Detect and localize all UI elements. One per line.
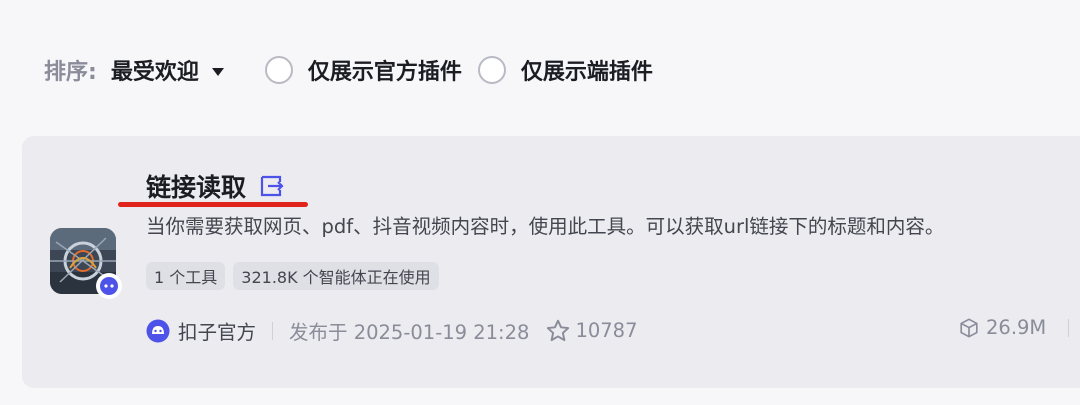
official-only-label: 仅展示官方插件 xyxy=(307,60,462,85)
tool-count-tag: 1 个工具 xyxy=(146,262,226,290)
star-icon[interactable] xyxy=(545,318,571,344)
open-link-icon[interactable] xyxy=(260,174,286,198)
official-only-radio[interactable]: 仅展示官方插件 xyxy=(264,54,462,86)
plugin-tags: 1 个工具 321.8K 个智能体正在使用 xyxy=(146,262,447,290)
cube-icon xyxy=(958,317,980,339)
sort-value: 最受欢迎 xyxy=(110,60,199,85)
sort-label: 排序: xyxy=(44,60,97,85)
client-only-radio[interactable]: 仅展示端插件 xyxy=(477,54,653,86)
plugin-meta: 扣子官方 发布于 2025-01-19 21:28 10787 xyxy=(146,316,637,345)
star-count: 10787 xyxy=(575,319,638,342)
sort-dropdown[interactable]: 最受欢迎 xyxy=(111,54,225,86)
plugin-title[interactable]: 链接读取 xyxy=(146,168,246,204)
radio-circle xyxy=(477,56,506,84)
usage-count: 26.9M xyxy=(986,316,1047,339)
coze-badge-icon xyxy=(96,273,122,299)
plugin-title-row: 链接读取 xyxy=(146,168,286,204)
caret-down-icon xyxy=(211,58,225,83)
filter-bar: 排序: 最受欢迎 仅展示官方插件 仅展示端插件 xyxy=(44,48,653,92)
usage-stat: 26.9M xyxy=(958,316,1070,339)
coze-official-icon xyxy=(146,319,170,343)
client-only-label: 仅展示端插件 xyxy=(520,60,653,85)
radio-circle xyxy=(264,56,293,84)
author-name[interactable]: 扣子官方 xyxy=(178,316,256,345)
plugin-store-page: 排序: 最受欢迎 仅展示官方插件 仅展示端插件 链接读取 当你需要获取网页、pd… xyxy=(0,0,1080,405)
divider xyxy=(1068,318,1070,337)
publish-date: 发布于 2025-01-19 21:28 xyxy=(289,321,530,344)
plugin-card[interactable]: 链接读取 当你需要获取网页、pdf、抖音视频内容时，使用此工具。可以获取url链… xyxy=(22,136,1080,388)
divider xyxy=(272,321,274,340)
plugin-description: 当你需要获取网页、pdf、抖音视频内容时，使用此工具。可以获取url链接下的标题… xyxy=(146,215,945,238)
title-underline-annotation xyxy=(118,202,308,207)
agents-using-tag: 321.8K 个智能体正在使用 xyxy=(233,262,439,290)
